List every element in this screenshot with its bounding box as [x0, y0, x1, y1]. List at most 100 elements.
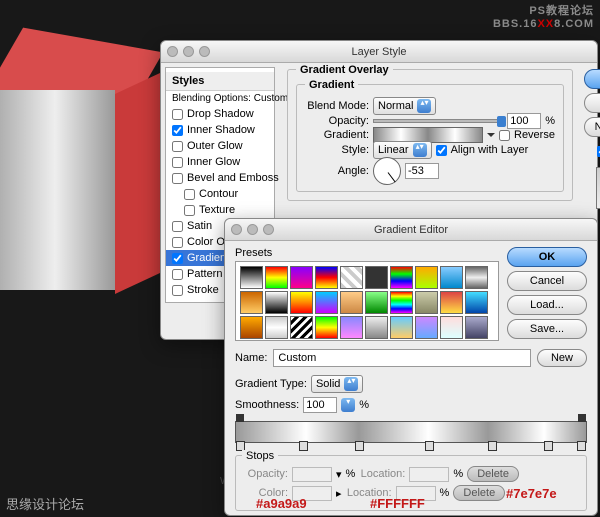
close-icon[interactable] — [167, 46, 178, 57]
preset-swatch[interactable] — [365, 291, 388, 314]
preset-swatch[interactable] — [365, 316, 388, 339]
align-checkbox[interactable] — [436, 145, 447, 156]
stop-location-field[interactable] — [409, 467, 449, 482]
style-item-inner-shadow[interactable]: Inner Shadow — [166, 122, 274, 138]
preset-swatch[interactable] — [240, 266, 263, 289]
preset-swatch[interactable] — [415, 266, 438, 289]
minimize-icon[interactable] — [247, 224, 258, 235]
zoom-icon[interactable] — [199, 46, 210, 57]
preset-swatch[interactable] — [440, 266, 463, 289]
new-button[interactable]: New — [537, 349, 587, 367]
ge-load-button[interactable]: Load... — [507, 295, 587, 315]
preset-swatch[interactable] — [440, 316, 463, 339]
preset-swatch[interactable] — [390, 316, 413, 339]
style-checkbox[interactable] — [172, 125, 183, 136]
blend-mode-label: Blend Mode: — [305, 100, 369, 112]
gradient-editor-titlebar[interactable]: Gradient Editor — [225, 219, 597, 241]
style-checkbox[interactable] — [172, 221, 183, 232]
color-stop[interactable] — [355, 441, 364, 451]
preset-swatch[interactable] — [465, 266, 488, 289]
style-checkbox[interactable] — [172, 109, 183, 120]
ge-cancel-button[interactable]: Cancel — [507, 271, 587, 291]
preset-swatch[interactable] — [315, 316, 338, 339]
color-stop[interactable] — [577, 441, 586, 451]
style-checkbox[interactable] — [172, 285, 183, 296]
style-select[interactable]: Linear▴▾ — [373, 141, 432, 159]
preset-swatch[interactable] — [265, 266, 288, 289]
preset-swatch[interactable] — [240, 316, 263, 339]
blend-mode-select[interactable]: Normal▴▾ — [373, 97, 436, 115]
style-item-inner-glow[interactable]: Inner Glow — [166, 154, 274, 170]
delete-button[interactable]: Delete — [467, 466, 519, 482]
chevron-updown-icon[interactable]: ▾ — [341, 398, 355, 412]
preset-swatch[interactable] — [290, 266, 313, 289]
style-checkbox[interactable] — [184, 205, 195, 216]
new-style-button[interactable]: New Style... — [584, 117, 600, 137]
minimize-icon[interactable] — [183, 46, 194, 57]
opacity-stop[interactable] — [578, 414, 586, 422]
layer-style-titlebar[interactable]: Layer Style — [161, 41, 597, 63]
opacity-slider[interactable] — [373, 119, 503, 123]
name-field[interactable] — [273, 349, 531, 367]
opacity-field[interactable] — [507, 113, 541, 129]
color-stop[interactable] — [544, 441, 553, 451]
preset-swatch[interactable] — [440, 291, 463, 314]
preset-swatch[interactable] — [465, 316, 488, 339]
color-stop[interactable] — [425, 441, 434, 451]
chevron-down-icon[interactable]: ▸ — [336, 487, 342, 500]
type-select[interactable]: Solid▴▾ — [311, 375, 363, 393]
preset-swatch[interactable] — [390, 291, 413, 314]
style-checkbox[interactable] — [172, 173, 183, 184]
preset-swatch[interactable] — [290, 291, 313, 314]
preset-swatch[interactable] — [265, 316, 288, 339]
preset-swatch[interactable] — [340, 316, 363, 339]
style-checkbox[interactable] — [172, 253, 183, 264]
preset-swatch[interactable] — [365, 266, 388, 289]
angle-dial[interactable] — [373, 157, 401, 185]
gradient-bar[interactable] — [235, 421, 587, 443]
preset-swatch[interactable] — [465, 291, 488, 314]
cancel-button[interactable]: Cancel — [584, 93, 600, 113]
color-stop[interactable] — [488, 441, 497, 451]
opacity-stop[interactable] — [236, 414, 244, 422]
styles-header[interactable]: Styles — [166, 72, 274, 91]
ge-save-button[interactable]: Save... — [507, 319, 587, 339]
style-item-texture[interactable]: Texture — [166, 202, 274, 218]
watermark-bottom: 思缘设计论坛 — [6, 494, 84, 513]
chevron-down-icon[interactable]: ▾ — [336, 468, 342, 481]
preset-swatch[interactable] — [340, 291, 363, 314]
ok-button[interactable]: OK — [584, 69, 600, 89]
zoom-icon[interactable] — [263, 224, 274, 235]
preset-swatch[interactable] — [240, 291, 263, 314]
color-stop[interactable] — [299, 441, 308, 451]
stop-opacity-field[interactable] — [292, 467, 332, 482]
preset-swatch[interactable] — [415, 291, 438, 314]
delete-button[interactable]: Delete — [453, 485, 505, 501]
blending-options-row[interactable]: Blending Options: Custom — [166, 91, 274, 106]
smoothness-field[interactable] — [303, 397, 337, 413]
style-checkbox[interactable] — [184, 189, 195, 200]
cube-face-front — [0, 90, 115, 290]
preset-swatch[interactable] — [265, 291, 288, 314]
reverse-checkbox[interactable] — [499, 130, 510, 141]
preset-swatch[interactable] — [290, 316, 313, 339]
gradient-dropdown-icon[interactable] — [487, 133, 495, 141]
preset-swatch[interactable] — [390, 266, 413, 289]
angle-field[interactable] — [405, 163, 439, 179]
preset-swatch[interactable] — [315, 266, 338, 289]
style-item-bevel-and-emboss[interactable]: Bevel and Emboss — [166, 170, 274, 186]
preset-swatch[interactable] — [340, 266, 363, 289]
close-icon[interactable] — [231, 224, 242, 235]
style-item-contour[interactable]: Contour — [166, 186, 274, 202]
style-checkbox[interactable] — [172, 157, 183, 168]
style-item-outer-glow[interactable]: Outer Glow — [166, 138, 274, 154]
slider-thumb-icon[interactable] — [497, 116, 506, 127]
style-checkbox[interactable] — [172, 237, 183, 248]
style-checkbox[interactable] — [172, 141, 183, 152]
ge-ok-button[interactable]: OK — [507, 247, 587, 267]
style-item-drop-shadow[interactable]: Drop Shadow — [166, 106, 274, 122]
preset-swatch[interactable] — [315, 291, 338, 314]
style-checkbox[interactable] — [172, 269, 183, 280]
preset-swatch[interactable] — [415, 316, 438, 339]
annotation-mid: #FFFFFF — [370, 496, 425, 511]
